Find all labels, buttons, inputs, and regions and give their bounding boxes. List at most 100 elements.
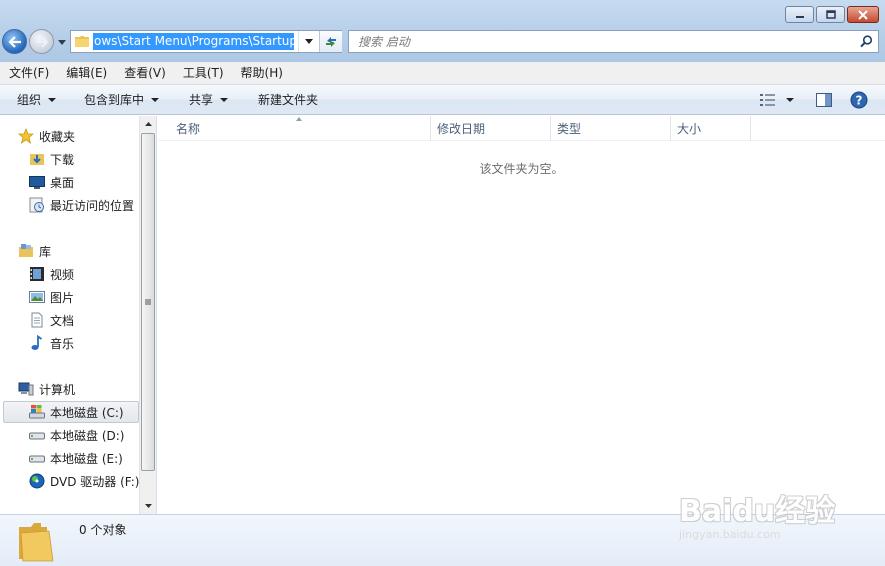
column-headers: 名称 修改日期 类型 大小 — [158, 116, 885, 141]
back-button[interactable] — [2, 29, 27, 54]
menu-edit[interactable]: 编辑(E) — [57, 62, 115, 85]
nav-drive-e[interactable]: 本地磁盘 (E:) — [29, 447, 123, 469]
column-size-label: 大小 — [677, 122, 702, 136]
desktop-icon — [29, 174, 45, 190]
watermark-url: jingyan.baidu.com — [679, 528, 781, 541]
video-icon — [29, 266, 45, 282]
include-in-library-label: 包含到库中 — [84, 93, 145, 107]
change-view-button[interactable] — [757, 89, 801, 111]
nav-downloads[interactable]: 下载 — [29, 148, 74, 170]
pictures-icon — [29, 289, 45, 305]
nav-favorites[interactable]: 收藏夹 — [18, 125, 75, 147]
menu-file[interactable]: 文件(F) — [0, 62, 57, 85]
documents-icon — [29, 312, 45, 328]
nav-recent-places[interactable]: 最近访问的位置 — [29, 194, 134, 216]
new-folder-button[interactable]: 新建文件夹 — [249, 88, 327, 112]
music-note-icon — [29, 335, 45, 351]
sort-ascending-icon — [296, 117, 302, 121]
nav-computer-label: 计算机 — [39, 382, 76, 397]
hard-drive-icon — [29, 450, 45, 466]
refresh-icon — [326, 36, 336, 47]
navigation-scrollbar[interactable] — [139, 116, 156, 514]
nav-desktop[interactable]: 桌面 — [29, 171, 74, 193]
back-arrow-icon — [7, 35, 21, 48]
nav-computer[interactable]: 计算机 — [18, 378, 75, 400]
menu-tools[interactable]: 工具(T) — [174, 62, 232, 85]
scroll-down-arrow-icon — [145, 504, 152, 508]
maximize-icon — [825, 9, 836, 19]
downloads-folder-icon — [29, 151, 45, 167]
nav-pictures[interactable]: 图片 — [29, 286, 74, 308]
include-in-library-button[interactable]: 包含到库中 — [75, 88, 168, 112]
chevron-down-icon — [304, 39, 313, 44]
hard-drive-icon — [29, 427, 45, 443]
forward-button[interactable] — [29, 29, 54, 54]
share-button[interactable]: 共享 — [180, 88, 237, 112]
column-date-modified-label: 修改日期 — [437, 122, 486, 136]
scroll-thumb[interactable] — [141, 133, 155, 471]
nav-videos-label: 视频 — [50, 267, 75, 282]
nav-downloads-label: 下载 — [50, 152, 75, 167]
windows-drive-icon — [29, 404, 45, 420]
nav-music-label: 音乐 — [50, 336, 75, 351]
command-bar: 组织 包含到库中 共享 新建文件夹 ? — [0, 85, 885, 115]
column-type-label: 类型 — [557, 122, 582, 136]
file-list[interactable]: 名称 修改日期 类型 大小 该文件夹为空。 — [158, 116, 885, 514]
chevron-down-icon — [786, 98, 794, 102]
svg-text:?: ? — [856, 94, 863, 108]
scroll-up-button[interactable] — [140, 116, 157, 132]
nav-drive-d-label: 本地磁盘 (D:) — [50, 428, 125, 443]
dvd-drive-icon — [29, 473, 45, 489]
nav-videos[interactable]: 视频 — [29, 263, 74, 285]
nav-libraries[interactable]: 库 — [18, 240, 51, 262]
star-icon — [18, 128, 34, 144]
nav-drive-e-label: 本地磁盘 (E:) — [50, 451, 123, 466]
chevron-down-icon — [48, 97, 57, 102]
search-input[interactable]: 搜索 启动 — [349, 33, 857, 50]
recent-places-icon — [29, 197, 45, 213]
nav-desktop-label: 桌面 — [50, 175, 75, 190]
maximize-button[interactable] — [816, 6, 845, 23]
search-icon[interactable] — [857, 33, 875, 51]
recent-pages-dropdown[interactable] — [57, 37, 67, 47]
address-bar[interactable]: ows\Start Menu\Programs\Startup — [70, 30, 342, 53]
empty-folder-message: 该文件夹为空。 — [479, 162, 564, 176]
minimize-icon — [795, 15, 804, 18]
nav-pictures-label: 图片 — [50, 290, 75, 305]
close-icon — [858, 9, 868, 20]
nav-drive-f[interactable]: DVD 驱动器 (F:) — [29, 470, 140, 492]
column-size[interactable]: 大小 — [671, 116, 751, 141]
close-button[interactable] — [847, 6, 879, 23]
libraries-icon — [18, 243, 34, 259]
address-dropdown-button[interactable] — [298, 31, 318, 52]
nav-drive-c[interactable]: 本地磁盘 (C:) — [3, 401, 139, 423]
nav-drive-d[interactable]: 本地磁盘 (D:) — [29, 424, 124, 446]
organize-label: 组织 — [17, 93, 42, 107]
nav-music[interactable]: 音乐 — [29, 332, 74, 354]
address-path[interactable]: ows\Start Menu\Programs\Startup — [93, 33, 294, 50]
view-details-icon — [760, 94, 775, 106]
nav-drive-f-label: DVD 驱动器 (F:) — [50, 474, 140, 489]
forward-arrow-icon — [35, 35, 48, 48]
preview-pane-button[interactable] — [812, 89, 836, 111]
window-chrome: ows\Start Menu\Programs\Startup 搜索 启动 — [0, 0, 885, 62]
refresh-button[interactable] — [319, 31, 342, 52]
column-type[interactable]: 类型 — [551, 116, 671, 141]
search-box[interactable]: 搜索 启动 — [348, 30, 879, 53]
preview-pane-icon — [816, 93, 832, 107]
menu-view[interactable]: 查看(V) — [115, 62, 174, 85]
menu-help[interactable]: 帮助(H) — [232, 62, 291, 85]
help-button[interactable]: ? — [848, 89, 870, 111]
nav-recent-places-label: 最近访问的位置 — [50, 198, 135, 213]
watermark-logo: Baidu经验 — [679, 494, 836, 529]
computer-icon — [18, 381, 34, 397]
organize-button[interactable]: 组织 — [8, 88, 65, 112]
nav-documents[interactable]: 文档 — [29, 309, 74, 331]
folder-icon — [19, 523, 54, 562]
scroll-down-button[interactable] — [140, 498, 157, 514]
column-date-modified[interactable]: 修改日期 — [431, 116, 551, 141]
minimize-button[interactable] — [785, 6, 814, 23]
nav-documents-label: 文档 — [50, 313, 75, 328]
chevron-down-icon — [151, 97, 160, 102]
window-controls — [785, 6, 879, 23]
